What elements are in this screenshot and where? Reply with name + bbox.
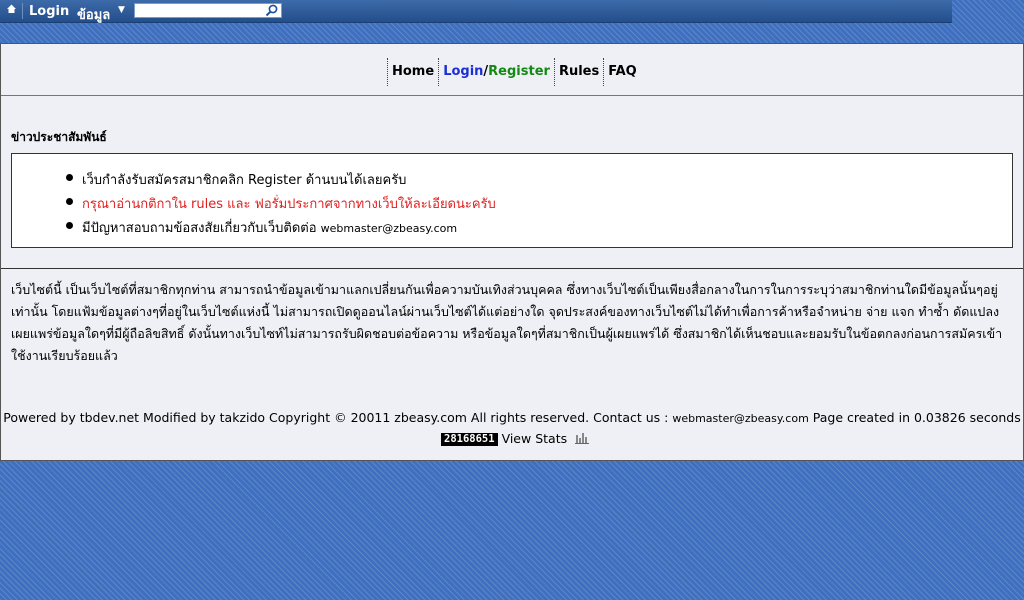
footer-credits: Powered by tbdev.net Modified by takzido… [3, 410, 673, 425]
home-icon[interactable] [6, 3, 18, 17]
nav-links: Home Login/Register Rules FAQ [387, 58, 641, 86]
news-item-text: กรุณาอ่านกติกาใน rules และ ฟอรั่มประกาศจ… [82, 197, 496, 212]
footer-email-link[interactable]: webmaster@zbeasy.com [672, 412, 808, 425]
nav-rules-link[interactable]: Rules [553, 58, 603, 86]
top-bar: Login ข้อมูล ▼ [0, 0, 952, 23]
footer: Powered by tbdev.net Modified by takzido… [1, 410, 1023, 425]
news-item-text: เว็บกำลังรับสมัครสมาชิกคลิก Register ด้า… [82, 173, 407, 188]
news-item-text: มีปัญหาสอบถามข้อสงสัยเกี่ยวกับเว็บติดต่อ [82, 221, 317, 236]
footer-page-time: Page created in 0.03826 seconds [808, 410, 1021, 425]
bar-chart-icon[interactable] [575, 432, 590, 447]
news-item: มีปัญหาสอบถามข้อสงสัยเกี่ยวกับเว็บติดต่อ… [66, 217, 457, 238]
nav-faq-link[interactable]: FAQ [603, 58, 641, 86]
nav-home-link[interactable]: Home [387, 58, 438, 86]
nav-register-link[interactable]: Register [488, 64, 550, 79]
bullet-icon [66, 174, 73, 181]
main-panel: Home Login/Register Rules FAQ ข่าวประชาส… [0, 43, 1024, 461]
nav-bar: Home Login/Register Rules FAQ [1, 44, 1023, 96]
chevron-down-icon[interactable]: ▼ [118, 5, 125, 15]
news-heading: ข่าวประชาสัมพันธ์ [11, 130, 107, 144]
news-box: เว็บกำลังรับสมัครสมาชิกคลิก Register ด้า… [11, 153, 1013, 248]
search-icon[interactable] [265, 4, 279, 17]
bullet-icon [66, 198, 73, 205]
contact-email-link[interactable]: webmaster@zbeasy.com [321, 222, 457, 235]
topbar-divider [22, 3, 23, 19]
visit-counter: 28168651 [441, 433, 498, 446]
nav-login-link[interactable]: Login [443, 64, 483, 79]
search-box [134, 3, 282, 19]
topbar-login-link[interactable]: Login [29, 4, 69, 19]
news-item: เว็บกำลังรับสมัครสมาชิกคลิก Register ด้า… [66, 169, 407, 190]
nav-login-register: Login/Register [438, 58, 554, 86]
stats-row: 28168651 View Stats [441, 431, 590, 447]
topbar-info-menu[interactable]: ข้อมูล [77, 4, 110, 25]
search-input[interactable] [135, 5, 265, 19]
view-stats-link[interactable]: View Stats [502, 431, 568, 446]
news-item: กรุณาอ่านกติกาใน rules และ ฟอรั่มประกาศจ… [66, 193, 496, 214]
bullet-icon [66, 222, 73, 229]
section-divider [1, 268, 1023, 269]
disclaimer-text: เว็บไซต์นี้ เป็นเว็บไซต์ที่สมาชิกทุกท่าน… [11, 282, 1003, 363]
